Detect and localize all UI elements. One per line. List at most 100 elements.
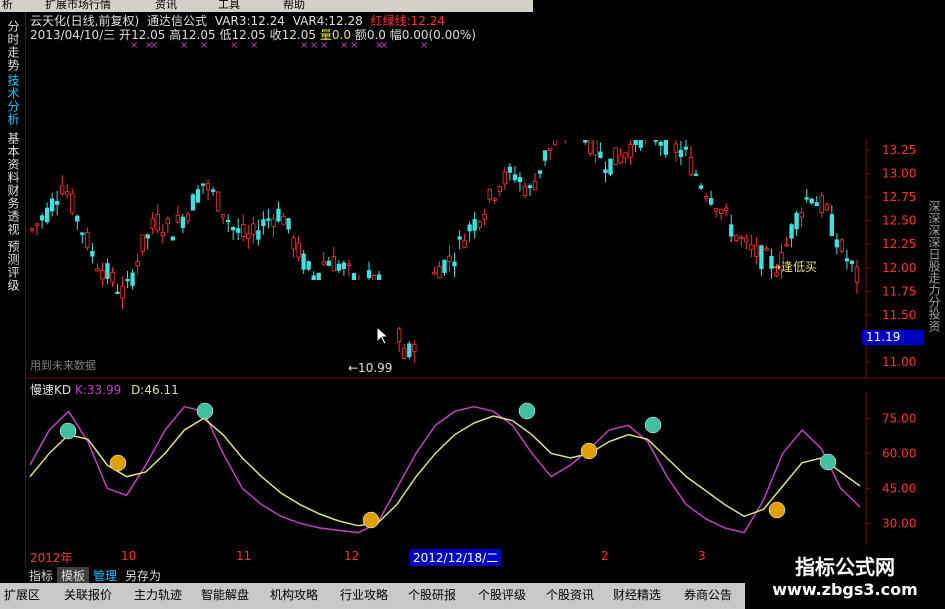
- candle-body: [306, 261, 311, 270]
- price-tick-label: 13.00: [882, 167, 916, 181]
- kd-tick-label: 30.00: [882, 516, 916, 530]
- func-related-quote[interactable]: 关联报价: [64, 586, 112, 603]
- candle-body: [542, 150, 548, 161]
- candle-body: [739, 236, 744, 240]
- current-price-tag: 11.19: [862, 330, 924, 345]
- candle-body: [346, 263, 352, 266]
- candle-body: [462, 240, 467, 248]
- func-broker-notice[interactable]: 券商公告: [684, 586, 732, 603]
- indicator-tabs: 指标 模板 管理 另存为: [25, 567, 166, 584]
- candle-body: [185, 213, 191, 222]
- candle-body: [145, 234, 150, 239]
- candle-body: [155, 214, 160, 231]
- candle-body: [804, 197, 809, 200]
- candle-body: [331, 256, 336, 272]
- signal-marker: ×: [340, 40, 348, 51]
- candle-body: [809, 198, 814, 204]
- price-tick-label: 13.25: [882, 143, 916, 157]
- candle-body: [618, 154, 623, 164]
- candle-body: [744, 237, 749, 243]
- candle-body: [678, 149, 684, 158]
- low-price-label: ←10.99: [348, 361, 393, 375]
- candle-body: [266, 218, 271, 221]
- signal-marker: ×: [130, 40, 138, 51]
- candle-body: [819, 195, 824, 214]
- tab-save-as[interactable]: 另存为: [121, 567, 165, 584]
- func-smart-analysis[interactable]: 智能解盘: [201, 586, 249, 603]
- func-finance-picks[interactable]: 财经精选: [613, 586, 661, 603]
- candle-body: [522, 185, 528, 196]
- tab-indicator[interactable]: 指标: [25, 567, 57, 584]
- func-institution[interactable]: 机构攻略: [270, 586, 318, 603]
- candle-body: [593, 137, 598, 156]
- candle-body: [799, 212, 804, 218]
- candle-body: [673, 143, 679, 153]
- candle-body: [60, 185, 65, 195]
- candle-body: [789, 224, 794, 239]
- candle-body: [854, 266, 860, 283]
- candle-body: [487, 188, 492, 200]
- candle-body: [734, 234, 739, 242]
- func-extension[interactable]: 扩展区: [4, 586, 40, 603]
- func-rating[interactable]: 个股评级: [478, 586, 526, 603]
- candle-body: [492, 198, 497, 201]
- candle-body: [70, 193, 75, 214]
- tab-manage[interactable]: 管理: [89, 567, 121, 584]
- candle-body: [397, 328, 402, 343]
- candle-body: [784, 244, 789, 247]
- candle-body: [291, 237, 296, 250]
- candle-body: [341, 262, 347, 270]
- candle-body: [296, 242, 301, 258]
- signal-marker: ×: [310, 40, 318, 51]
- future-data-note: 用到未来数据: [30, 359, 96, 372]
- candle-body: [497, 186, 502, 192]
- candle-body: [110, 272, 115, 283]
- candle-body: [452, 261, 457, 267]
- k-line: [29, 405, 861, 534]
- candle-body: [608, 158, 613, 175]
- candle-body: [100, 269, 105, 280]
- buy-signal-icon: [580, 442, 598, 460]
- candle-body: [65, 191, 70, 196]
- candle-body: [54, 201, 60, 205]
- signal-marker: ×: [380, 40, 388, 51]
- kd-tick-label: 75.00: [882, 411, 916, 425]
- candle-body: [507, 166, 513, 173]
- candle-body: [200, 183, 206, 186]
- candle-body: [75, 215, 80, 222]
- signal-marker: ×: [200, 40, 208, 51]
- func-research[interactable]: 个股研报: [408, 586, 456, 603]
- tab-template[interactable]: 模板: [57, 567, 90, 584]
- watermark-logo: 指标公式网 www.zbgs3.com: [745, 547, 945, 609]
- candle-body: [482, 214, 487, 220]
- candle-body: [527, 185, 533, 189]
- sell-signal-icon: [518, 402, 536, 420]
- k-value: 33.99: [86, 383, 122, 397]
- time-label-12: 12: [344, 549, 360, 563]
- candle-body: [95, 268, 100, 272]
- d-value: 46.11: [144, 383, 179, 397]
- candle-body: [402, 348, 407, 359]
- time-label-3: 3: [698, 549, 706, 563]
- candle-body: [170, 236, 176, 241]
- kd-tick-label: 45.00: [882, 481, 916, 495]
- cursor-date: 2012/12/18/二: [410, 549, 502, 566]
- func-stock-news[interactable]: 个股资讯: [546, 586, 594, 603]
- func-industry[interactable]: 行业攻略: [340, 586, 388, 603]
- candle-body: [39, 215, 45, 221]
- candle-body: [693, 173, 699, 176]
- candle-body: [754, 244, 759, 257]
- candle-body: [236, 228, 241, 233]
- candle-body: [281, 216, 286, 225]
- candle-body: [226, 219, 231, 223]
- buy-signal-icon: [362, 511, 380, 529]
- candle-body: [457, 236, 462, 240]
- candle-body: [623, 152, 628, 159]
- candle-body: [442, 259, 447, 273]
- candle-body: [34, 223, 40, 226]
- d-line: [29, 415, 861, 527]
- candle-body: [688, 157, 694, 176]
- candle-body: [215, 191, 221, 212]
- buy-signal-label: →逢低买: [771, 260, 818, 274]
- func-main-force[interactable]: 主力轨迹: [134, 586, 182, 603]
